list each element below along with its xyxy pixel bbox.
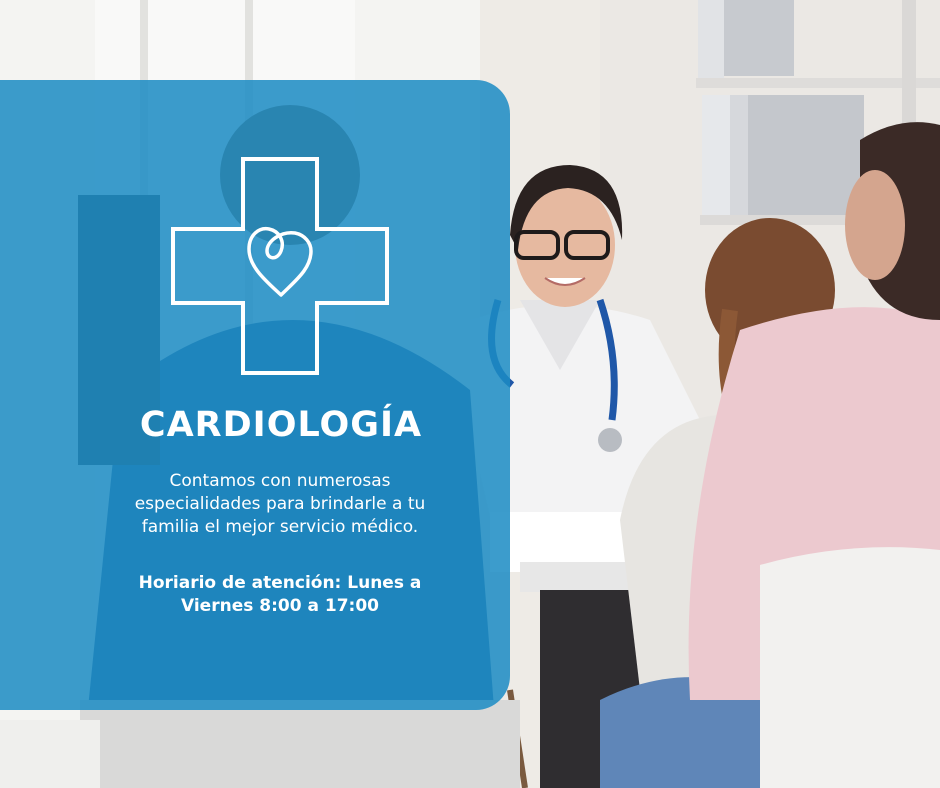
office-hours-text: Horiario de atención: Lunes a Viernes 8:… [138,573,422,616]
description-text: Contamos con numerosas especialidades pa… [134,471,426,537]
medical-cross-heart-icon [171,157,389,375]
info-panel: CARDIOLOGÍA Contamos con numerosas espec… [0,80,510,710]
page-title: CARDIOLOGÍA [139,405,423,445]
